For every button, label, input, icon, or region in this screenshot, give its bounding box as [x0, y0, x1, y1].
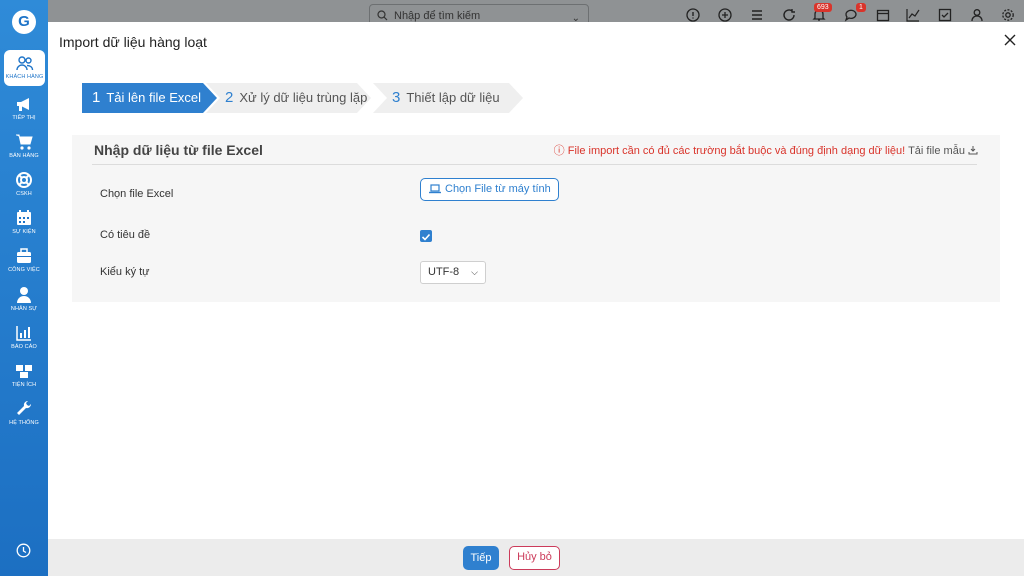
list-icon[interactable]	[750, 8, 764, 22]
checkbox-icon[interactable]	[938, 8, 952, 22]
step-2-text: 2 Xử lý dữ liệu trùng lặp	[225, 89, 368, 106]
sidebar-item-label: CÔNG VIỆC	[8, 267, 40, 273]
step-1-text: 1 Tải lên file Excel	[92, 89, 201, 106]
download-icon	[968, 146, 978, 155]
step-label: Thiết lập dữ liệu	[406, 90, 500, 105]
import-modal: Import dữ liệu hàng loạt 1 Tải lên file E…	[48, 22, 1024, 576]
check-icon	[421, 233, 431, 241]
boxes-icon	[16, 365, 32, 378]
download-template-label: Tải file mẫu	[908, 145, 965, 157]
sidebar-item-hr[interactable]: NHÂN SỰ	[0, 286, 48, 312]
search-icon	[377, 10, 388, 21]
refresh-icon[interactable]	[782, 8, 796, 22]
panel-title: Nhập dữ liệu từ file Excel	[94, 142, 263, 158]
step-label: Tải lên file Excel	[106, 90, 201, 105]
has-header-checkbox[interactable]	[420, 230, 432, 242]
sidebar-item-label: KHÁCH HÀNG	[5, 74, 44, 80]
gear-icon[interactable]	[1001, 8, 1015, 22]
sidebar-item-sales[interactable]: BÁN HÀNG	[0, 133, 48, 159]
app-logo[interactable]: G	[12, 10, 36, 34]
add-circle-icon[interactable]	[718, 8, 732, 22]
step-label: Xử lý dữ liệu trùng lặp	[239, 90, 368, 105]
modal-footer: Tiếp Hủy bỏ	[48, 539, 1024, 576]
encoding-label: Kiểu ký tự	[100, 266, 150, 278]
sidebar-item-label: BÁO CÁO	[11, 344, 37, 350]
chevron-down-icon: ⌵	[471, 267, 478, 277]
info-icon[interactable]	[686, 8, 700, 22]
step-3[interactable]: 3 Thiết lập dữ liệu	[373, 83, 523, 113]
choose-file-button[interactable]: Chọn File từ máy tính	[420, 178, 559, 201]
step-number: 1	[92, 89, 101, 106]
encoding-value: UTF-8	[428, 266, 460, 278]
upload-panel: Nhập dữ liệu từ file Excel ⓘ File import…	[72, 135, 1000, 302]
sidebar-item-tasks[interactable]: CÔNG VIỆC	[0, 247, 48, 273]
clock-icon[interactable]	[16, 543, 31, 558]
step-number: 2	[225, 89, 234, 106]
step-3-text: 3 Thiết lập dữ liệu	[392, 89, 500, 106]
divider	[92, 164, 977, 165]
download-template-link[interactable]: Tải file mẫu	[908, 145, 978, 157]
sidebar-item-events[interactable]: SỰ KIỆN	[0, 209, 48, 235]
encoding-select[interactable]: UTF-8 ⌵	[420, 261, 486, 284]
cart-icon	[16, 134, 33, 150]
sidebar-item-reports[interactable]: BÁO CÁO	[0, 324, 48, 350]
close-icon[interactable]	[1004, 34, 1016, 46]
calendar-icon	[17, 210, 31, 225]
users-icon	[15, 56, 33, 71]
sidebar-item-label: SỰ KIỆN	[12, 229, 36, 235]
sidebar-item-label: CSKH	[16, 191, 32, 197]
has-header-label: Có tiêu đề	[100, 229, 151, 241]
sidebar-item-cskh[interactable]: CSKH	[0, 171, 48, 197]
modal-title: Import dữ liệu hàng loạt	[59, 34, 207, 50]
sidebar-item-system[interactable]: HỆ THỐNG	[0, 400, 48, 426]
calendar-top-icon[interactable]	[876, 8, 890, 22]
user-icon[interactable]	[970, 8, 984, 22]
wrench-icon	[17, 400, 32, 415]
person-icon	[17, 287, 31, 303]
megaphone-icon	[17, 98, 29, 111]
sidebar-item-label: HỆ THỐNG	[9, 420, 39, 426]
import-warning: ⓘ File import cần có đủ các trường bắt b…	[554, 142, 978, 158]
sidebar-item-label: NHÂN SỰ	[10, 306, 38, 312]
chart-icon	[16, 326, 31, 341]
trend-icon[interactable]	[906, 8, 920, 22]
step-number: 3	[392, 89, 401, 106]
laptop-icon	[429, 184, 441, 194]
search-placeholder: Nhập để tìm kiếm	[394, 10, 481, 22]
notification-badge: 693	[814, 3, 832, 12]
sidebar-item-utilities[interactable]: TIỆN ÍCH	[0, 362, 48, 388]
sidebar-item-label: TIẾP THỊ	[12, 115, 36, 121]
step-2[interactable]: 2 Xử lý dữ liệu trùng lặp	[206, 83, 371, 113]
briefcase-icon	[17, 248, 31, 263]
choose-file-button-label: Chọn File từ máy tính	[445, 183, 551, 195]
choose-file-label: Chọn file Excel	[100, 188, 174, 200]
warning-icon: ⓘ	[553, 145, 565, 157]
sidebar-item-customers[interactable]: KHÁCH HÀNG	[4, 50, 45, 86]
step-1[interactable]: 1 Tải lên file Excel	[82, 83, 217, 113]
sidebar: G KHÁCH HÀNG TIẾP THỊ BÁN HÀNG CSKH SỰ K…	[0, 0, 48, 576]
sidebar-item-label: TIỆN ÍCH	[11, 382, 37, 388]
lifebuoy-icon	[16, 172, 32, 188]
warning-text: File import cần có đủ các trường bắt buộ…	[567, 145, 906, 157]
topbar: Nhập để tìm kiếm ⌄ 693 1	[48, 0, 1024, 26]
message-badge: 1	[856, 3, 866, 12]
next-button[interactable]: Tiếp	[463, 546, 499, 570]
sidebar-item-label: BÁN HÀNG	[9, 153, 39, 159]
cancel-button[interactable]: Hủy bỏ	[509, 546, 560, 570]
sidebar-item-marketing[interactable]: TIẾP THỊ	[0, 95, 48, 121]
